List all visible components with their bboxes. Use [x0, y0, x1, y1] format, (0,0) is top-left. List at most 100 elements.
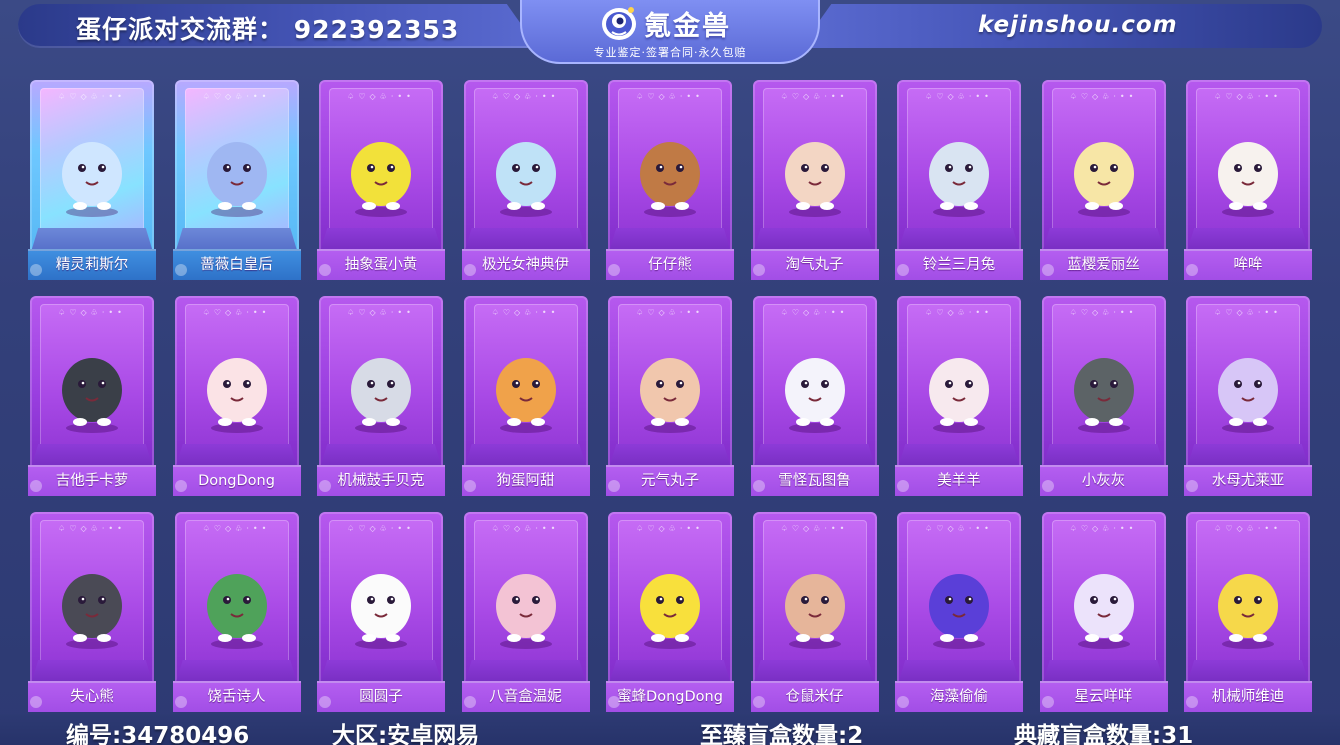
character-figure-icon	[929, 358, 989, 433]
character-figure-icon	[784, 358, 845, 433]
skin-card[interactable]: ♤♡◇♧·•• 美羊羊	[895, 294, 1023, 496]
logo-name: 氪金兽	[644, 11, 731, 42]
card-suit-icons: ♤♡◇♧·••	[202, 308, 271, 317]
skin-name: 水母尤莱亚	[1211, 473, 1285, 489]
premium-box-count: 至臻盲盒数量:2	[700, 723, 864, 745]
character-figure-icon	[495, 358, 556, 433]
skin-card[interactable]: ♤♡◇♧·•• 水母尤莱亚	[1184, 294, 1312, 496]
skin-name: 失心熊	[70, 689, 114, 705]
skin-name: 抽象蛋小黄	[344, 257, 418, 273]
card-suit-icons: ♤♡◇♧·••	[491, 92, 560, 101]
skin-card[interactable]: ♤♡◇♧·•• 哞哞	[1184, 78, 1312, 280]
skin-card[interactable]: ♤♡◇♧·•• 小灰灰	[1039, 294, 1168, 496]
skin-name: 小灰灰	[1081, 473, 1126, 489]
skin-name: 淘气丸子	[785, 257, 844, 273]
card-suit-icons: ♤♡◇♧·••	[780, 92, 849, 101]
card-suit-icons: ♤♡◇♧·••	[925, 308, 993, 317]
skin-card[interactable]: ♤♡◇♧·•• 吉他手卡萝	[28, 294, 156, 496]
skin-card[interactable]: ♤♡◇♧·•• 铃兰三月兔	[895, 78, 1023, 280]
skin-card[interactable]: ♤♡◇♧·•• 蔷薇白皇后	[172, 78, 301, 280]
character-figure-icon	[62, 142, 122, 217]
skin-name: 星云咩咩	[1074, 689, 1133, 705]
character-figure-icon	[784, 574, 845, 649]
character-figure-icon	[784, 142, 845, 217]
card-suit-icons: ♤♡◇♧·••	[202, 524, 271, 533]
skin-card[interactable]: ♤♡◇♧·•• 海藻偷偷	[895, 510, 1023, 712]
skin-card[interactable]: ♤♡◇♧·•• 雪怪瓦图鲁	[750, 294, 879, 496]
character-figure-icon	[640, 142, 700, 217]
card-suit-icons: ♤♡◇♧·••	[1069, 92, 1138, 101]
character-figure-icon	[495, 142, 556, 217]
footer-stats: 编号:34780496 大区:安卓网易 至臻盲盒数量:2 典藏盲盒数量:31	[0, 714, 1340, 745]
skin-card[interactable]: ♤♡◇♧·•• 精灵莉斯尔	[28, 78, 156, 280]
character-figure-icon	[351, 574, 411, 649]
skin-card[interactable]: ♤♡◇♧·•• 淘气丸子	[750, 78, 879, 280]
skin-name: 海藻偷偷	[930, 689, 988, 705]
group-number-text: 蛋仔派对交流群： 922392353	[76, 15, 460, 44]
skin-name: 圆圆子	[359, 689, 403, 705]
skin-card[interactable]: ♤♡◇♧·•• 仓鼠米仔	[750, 510, 879, 712]
card-suit-icons: ♤♡◇♧·••	[491, 308, 560, 317]
card-suit-icons: ♤♡◇♧·••	[636, 308, 704, 317]
character-figure-icon	[1073, 142, 1134, 217]
skin-card[interactable]: ♤♡◇♧·•• 狗蛋阿甜	[461, 294, 590, 496]
character-figure-icon	[640, 574, 700, 649]
character-figure-icon	[929, 574, 989, 649]
skin-name: 狗蛋阿甜	[496, 473, 555, 489]
skin-name: 仔仔熊	[648, 257, 692, 273]
skin-card[interactable]: ♤♡◇♧·•• 蜜蜂DongDong	[606, 510, 734, 712]
skin-card[interactable]: ♤♡◇♧·•• 八音盒温妮	[461, 510, 590, 712]
skin-card[interactable]: ♤♡◇♧·•• 星云咩咩	[1039, 510, 1168, 712]
header: 蛋仔派对交流群： 922392353 氪金兽 专业鉴定·签署合同·永久包赔 ke…	[0, 0, 1340, 64]
skin-name: 机械师维迪	[1211, 689, 1285, 705]
character-figure-icon	[62, 574, 122, 649]
skin-card[interactable]: ♤♡◇♧·•• 极光女神典伊	[461, 78, 590, 280]
skin-card[interactable]: ♤♡◇♧·•• 仔仔熊	[606, 78, 734, 280]
card-suit-icons: ♤♡◇♧·••	[1214, 524, 1282, 533]
skin-card[interactable]: ♤♡◇♧·•• 饶舌诗人	[172, 510, 301, 712]
card-suit-icons: ♤♡◇♧·••	[202, 92, 271, 101]
collection-box-count: 典藏盲盒数量:31	[1014, 723, 1194, 745]
skin-card[interactable]: ♤♡◇♧·•• 蓝樱爱丽丝	[1039, 78, 1168, 280]
skin-name: 蜜蜂DongDong	[617, 689, 723, 705]
skin-name: 精灵莉斯尔	[55, 257, 129, 273]
account-id-text: 编号:34780496	[66, 723, 250, 745]
skin-card[interactable]: ♤♡◇♧·•• 失心熊	[28, 510, 156, 712]
character-figure-icon	[640, 358, 700, 433]
card-suit-icons: ♤♡◇♧·••	[58, 524, 126, 533]
card-suit-icons: ♤♡◇♧·••	[1069, 524, 1138, 533]
skin-name: 八音盒温妮	[489, 689, 562, 705]
skin-name: DongDong	[198, 473, 275, 489]
skin-card[interactable]: ♤♡◇♧·•• 机械师维迪	[1184, 510, 1312, 712]
character-figure-icon	[206, 358, 267, 433]
skin-name: 元气丸子	[641, 473, 699, 489]
skin-name: 仓鼠米仔	[785, 689, 844, 705]
mascot-logo-icon	[602, 7, 636, 40]
card-suit-icons: ♤♡◇♧·••	[347, 92, 415, 101]
skin-name: 美羊羊	[937, 473, 981, 489]
skin-name: 极光女神典伊	[482, 257, 569, 273]
skin-name: 雪怪瓦图鲁	[778, 473, 851, 489]
card-suit-icons: ♤♡◇♧·••	[1214, 308, 1282, 317]
skin-grid: ♤♡◇♧·•• 精灵莉斯尔 ♤♡◇♧·•• 蔷薇白皇后 ♤♡◇♧·•• 抽象蛋小黄 ♤♡◇♧…	[28, 78, 1314, 712]
card-suit-icons: ♤♡◇♧·••	[1069, 308, 1138, 317]
card-suit-icons: ♤♡◇♧·••	[780, 524, 849, 533]
character-figure-icon	[1218, 358, 1278, 433]
card-suit-icons: ♤♡◇♧·••	[925, 524, 993, 533]
card-suit-icons: ♤♡◇♧·••	[347, 524, 415, 533]
character-figure-icon	[206, 574, 267, 649]
skin-name: 饶舌诗人	[207, 689, 266, 705]
skin-name: 哞哞	[1233, 257, 1263, 273]
skin-name: 蓝樱爱丽丝	[1067, 257, 1140, 273]
character-figure-icon	[206, 142, 267, 217]
card-suit-icons: ♤♡◇♧·••	[636, 524, 704, 533]
character-figure-icon	[1073, 574, 1134, 649]
skin-card[interactable]: ♤♡◇♧·•• 圆圆子	[317, 510, 445, 712]
skin-card[interactable]: ♤♡◇♧·•• 机械鼓手贝克	[317, 294, 445, 496]
skin-card[interactable]: ♤♡◇♧·•• DongDong	[172, 294, 301, 496]
skin-card[interactable]: ♤♡◇♧·•• 元气丸子	[606, 294, 734, 496]
skin-card[interactable]: ♤♡◇♧·•• 抽象蛋小黄	[317, 78, 445, 280]
card-suit-icons: ♤♡◇♧·••	[58, 308, 126, 317]
character-figure-icon	[1073, 358, 1134, 433]
skin-name: 蔷薇白皇后	[200, 257, 273, 273]
